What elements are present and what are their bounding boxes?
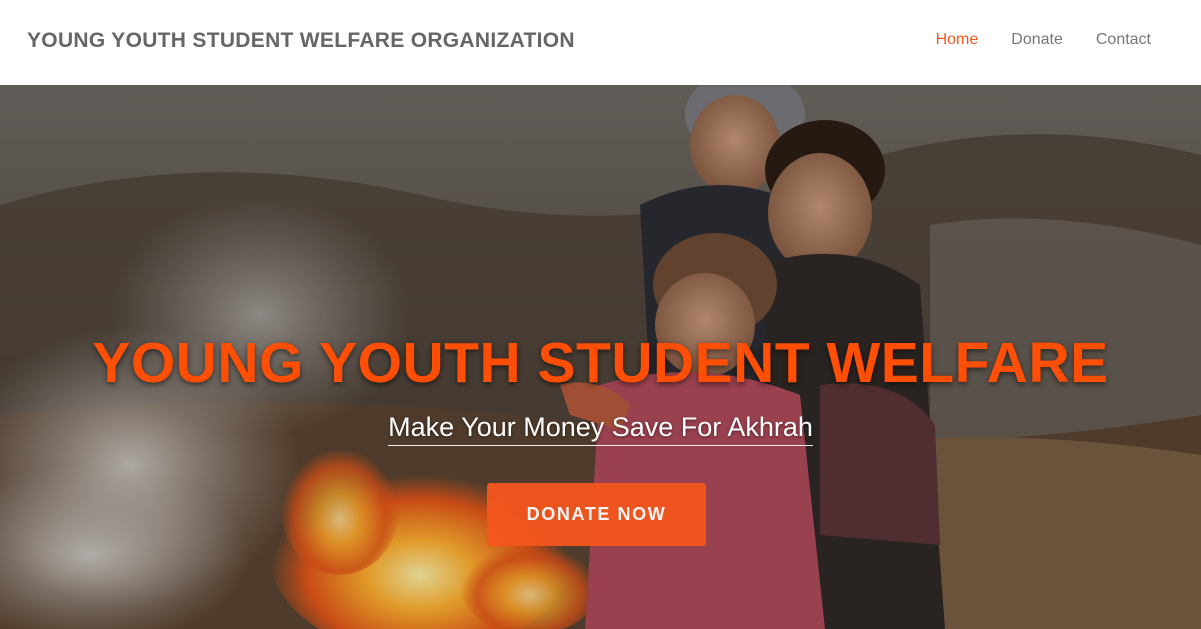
main-nav: Home Donate Contact	[936, 31, 1151, 49]
navbar: YOUNG YOUTH STUDENT WELFARE ORGANIZATION…	[0, 0, 1201, 85]
hero-content: YOUNG YOUTH STUDENT WELFARE Make Your Mo…	[0, 85, 1201, 629]
nav-item-home[interactable]: Home	[936, 31, 979, 49]
hero-subtitle: Make Your Money Save For Akhrah	[388, 412, 813, 446]
nav-item-contact[interactable]: Contact	[1096, 31, 1151, 49]
hero-section: YOUNG YOUTH STUDENT WELFARE Make Your Mo…	[0, 85, 1201, 629]
hero-title: YOUNG YOUTH STUDENT WELFARE	[92, 331, 1109, 395]
hero-subtitle-wrap: Make Your Money Save For Akhrah	[0, 412, 1201, 446]
donate-now-button[interactable]: DONATE NOW	[487, 483, 706, 546]
brand-logo-text[interactable]: YOUNG YOUTH STUDENT WELFARE ORGANIZATION	[27, 29, 575, 53]
nav-item-donate[interactable]: Donate	[1011, 31, 1063, 49]
